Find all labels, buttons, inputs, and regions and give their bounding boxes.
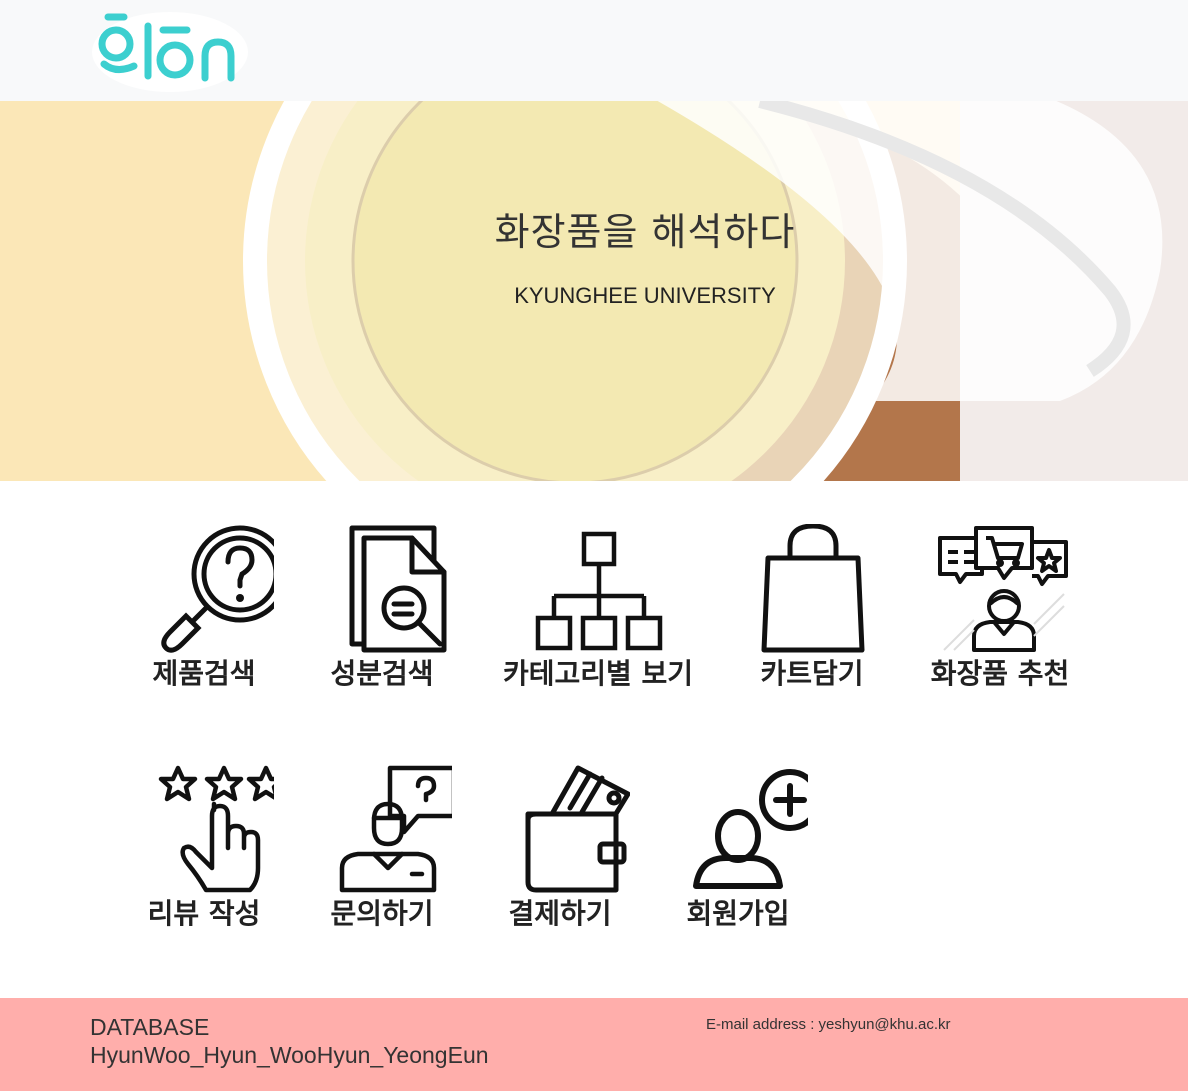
hero-banner: 화장품을 해석하다 KYUNGHEE UNIVERSITY xyxy=(0,101,1188,481)
logo[interactable] xyxy=(90,6,252,94)
inquiry-person-icon xyxy=(339,765,452,893)
menu-label: 카트담기 xyxy=(760,657,864,690)
menu-inquiry[interactable]: 문의하기 xyxy=(292,764,472,932)
menu-ingredient-search[interactable]: 성분검색 xyxy=(292,524,472,692)
menu-category-view[interactable]: 카테고리별 보기 xyxy=(496,524,700,692)
hero-title: 화장품을 해석하다 xyxy=(494,210,796,254)
recommendation-icon xyxy=(938,526,1068,652)
menu-label: 제품검색 xyxy=(152,657,256,690)
menu-label: 카테고리별 보기 xyxy=(502,657,694,690)
menu-label: 화장품 추천 xyxy=(930,657,1070,690)
menu-cosmetic-recommend[interactable]: 화장품 추천 xyxy=(910,524,1090,692)
menu-add-to-cart[interactable]: 카트담기 xyxy=(722,524,902,692)
wallet-icon xyxy=(525,765,630,893)
menu-label: 리뷰 작성 xyxy=(147,897,261,930)
footer-email[interactable]: E-mail address : yeshyun@khu.ac.kr xyxy=(706,1016,951,1033)
footer-title: DATABASE xyxy=(90,1014,210,1040)
menu-label: 결제하기 xyxy=(508,897,612,930)
hero-subtitle: KYUNGHEE UNIVERSITY xyxy=(514,283,776,308)
footer-team: HyunWoo_Hyun_WooHyun_YeongEun xyxy=(90,1042,489,1068)
rating-hand-icon xyxy=(158,765,274,893)
menu-product-search[interactable]: 제품검색 xyxy=(114,524,294,692)
header xyxy=(0,0,1188,101)
hierarchy-icon xyxy=(535,531,663,651)
menu-write-review[interactable]: 리뷰 작성 xyxy=(114,764,294,932)
document-search-icon xyxy=(349,525,447,653)
menu-label: 성분검색 xyxy=(330,657,434,690)
shopping-bag-icon xyxy=(761,524,865,653)
menu-label: 문의하기 xyxy=(330,897,434,930)
magnifier-question-icon xyxy=(161,525,274,653)
menu-payment[interactable]: 결제하기 xyxy=(470,764,650,932)
footer: DATABASE HyunWoo_Hyun_WooHyun_YeongEun E… xyxy=(0,998,1188,1091)
add-user-icon xyxy=(693,769,808,889)
menu-label: 회원가입 xyxy=(686,897,790,930)
menu-sign-up[interactable]: 회원가입 xyxy=(648,764,828,932)
